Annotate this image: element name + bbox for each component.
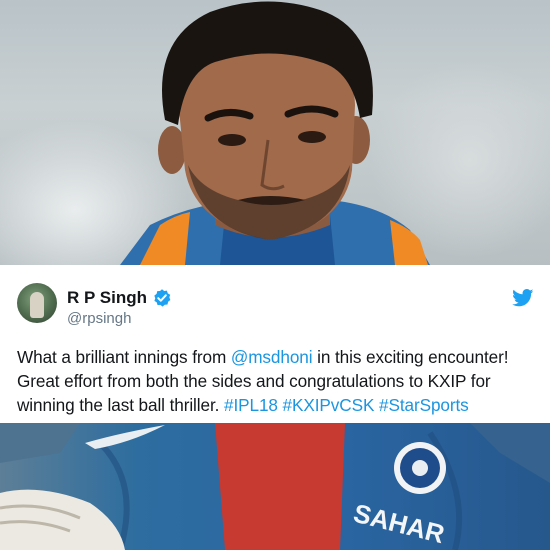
player-photo-bottom: SAHAR: [0, 423, 550, 550]
jersey-sponsor-text: SAHAR: [351, 498, 448, 550]
verified-badge-icon: [154, 289, 171, 307]
player-photo-top: [0, 0, 550, 265]
player-portrait: [120, 1, 430, 265]
avatar[interactable]: [17, 283, 57, 323]
handle[interactable]: @rpsingh: [67, 310, 131, 327]
hashtag-link-ipl18[interactable]: #IPL18: [224, 395, 278, 415]
hashtag-link-kxipvcsk[interactable]: #KXIPvCSK: [283, 395, 375, 415]
display-name[interactable]: R P Singh: [67, 288, 147, 308]
tweet-text-segment: What a brilliant innings from: [17, 347, 231, 367]
hashtag-link-starsports[interactable]: #StarSports: [379, 395, 469, 415]
tweet-text: What a brilliant innings from @msdhoni i…: [17, 345, 542, 417]
tweet-card: R P Singh @rpsingh What a brilliant inni…: [0, 265, 550, 423]
player-jersey: SAHAR: [0, 423, 550, 550]
twitter-bird-icon[interactable]: [512, 289, 534, 307]
mention-link-msdhoni[interactable]: @msdhoni: [231, 347, 313, 367]
